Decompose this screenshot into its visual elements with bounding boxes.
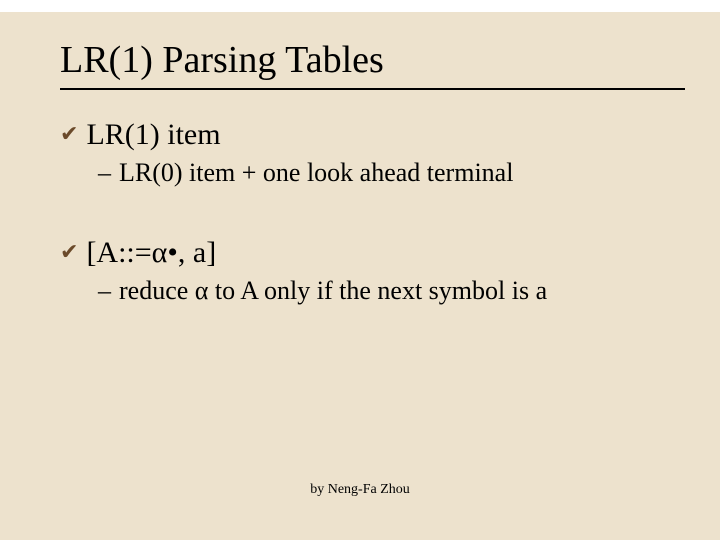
dash-icon: – [98, 276, 111, 306]
slide-body: LR(1) Parsing Tables ✔ LR(1) item – LR(0… [0, 0, 720, 306]
bullet-1: ✔ LR(1) item [60, 118, 685, 152]
footer: by Neng-Fa Zhou [0, 482, 720, 498]
bullet-block-2: ✔ [A::=α•, a] – reduce α to A only if th… [60, 236, 685, 306]
bullet-1-text: LR(1) item [86, 118, 220, 152]
top-strip [0, 0, 720, 12]
check-icon: ✔ [60, 236, 78, 268]
subbullet-2-text: reduce α to A only if the next symbol is… [119, 276, 547, 306]
title-rule [60, 88, 685, 90]
bullet-block-1: ✔ LR(1) item – LR(0) item + one look ahe… [60, 118, 685, 188]
slide-title: LR(1) Parsing Tables [60, 30, 685, 82]
subbullet-1-text: LR(0) item + one look ahead terminal [119, 158, 513, 188]
subbullet-2: – reduce α to A only if the next symbol … [98, 276, 685, 306]
bullet-2-text: [A::=α•, a] [86, 236, 216, 270]
check-icon: ✔ [60, 118, 78, 150]
bullet-2: ✔ [A::=α•, a] [60, 236, 685, 270]
subbullet-1: – LR(0) item + one look ahead terminal [98, 158, 685, 188]
dash-icon: – [98, 158, 111, 188]
